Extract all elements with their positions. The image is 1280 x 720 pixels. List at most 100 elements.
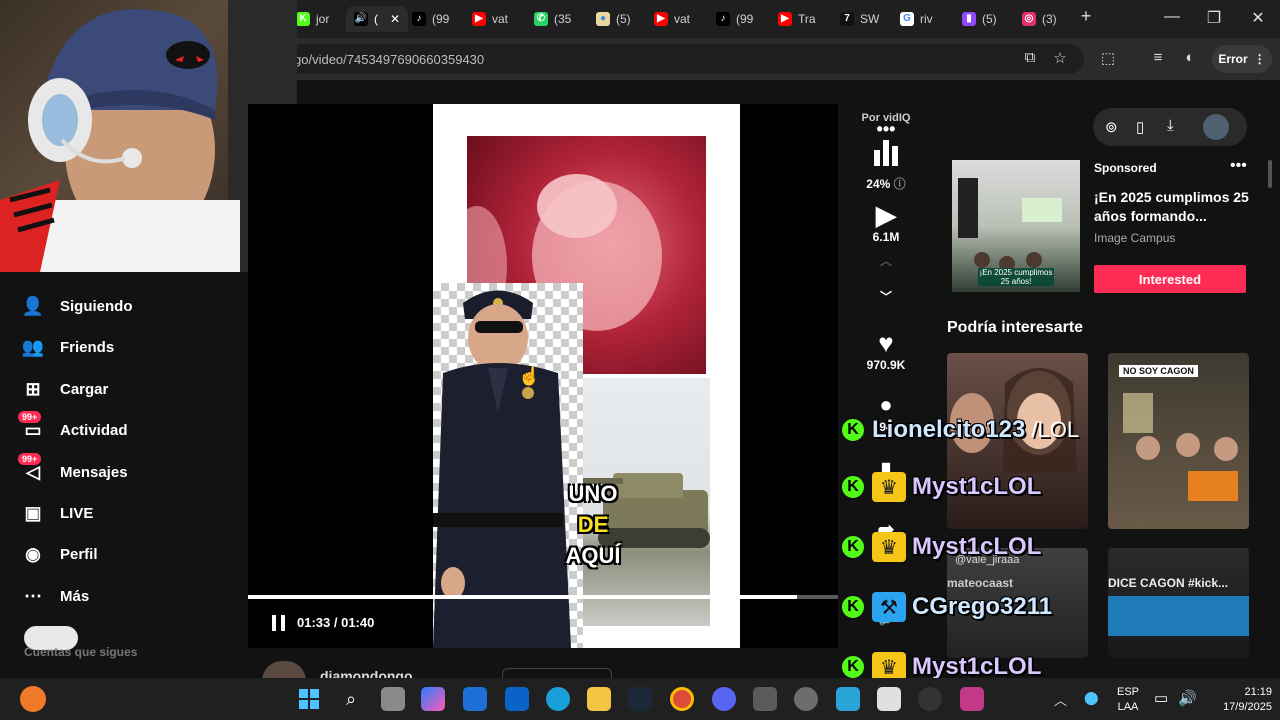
browser-tab[interactable]: ♪ (99 bbox=[716, 6, 753, 32]
kick-logo-icon: K bbox=[840, 594, 866, 620]
search-icon[interactable]: ⌕ bbox=[339, 687, 363, 711]
download-icon[interactable]: ⤓ bbox=[1167, 117, 1174, 134]
browser-tab[interactable]: ● (5) bbox=[596, 6, 631, 32]
snipping-tool-icon[interactable] bbox=[753, 687, 777, 711]
tab-favicon-icon: ♪ bbox=[412, 12, 426, 26]
browser-tab[interactable]: Kjor bbox=[296, 6, 329, 32]
browser-tab[interactable]: ◎ (3) bbox=[1022, 6, 1057, 32]
language-indicator[interactable]: ESP LAA bbox=[1112, 685, 1144, 715]
task-view-icon[interactable] bbox=[381, 687, 405, 711]
tab-favicon-icon: ● bbox=[596, 12, 610, 26]
tray-chevron-icon[interactable]: ︿ bbox=[1054, 690, 1067, 709]
tab-label: ( bbox=[374, 12, 378, 26]
follow-button[interactable] bbox=[502, 668, 612, 678]
steam-icon[interactable] bbox=[628, 687, 652, 711]
volume-tray-icon[interactable]: 🔊 bbox=[1178, 689, 1197, 707]
sidebar-item-friends[interactable]: 👥 Friends bbox=[20, 332, 114, 362]
tab-close-icon[interactable]: ✕ bbox=[390, 12, 400, 26]
ad-more-icon[interactable]: ••• bbox=[1230, 157, 1247, 175]
error-profile-button[interactable]: Error ⋮ bbox=[1212, 45, 1272, 73]
recommended-video-thumb[interactable]: DICE CAGON #kick... bbox=[1108, 548, 1249, 658]
following-accounts-heading: Cuentas que sigues bbox=[24, 645, 138, 659]
browser-tab[interactable]: ▶ vat bbox=[654, 6, 690, 32]
tab-label: (35 bbox=[554, 12, 572, 26]
chrome-icon[interactable] bbox=[670, 687, 694, 711]
caption-line: UNO bbox=[568, 481, 618, 506]
sidebar-item-live[interactable]: ▣ LIVE bbox=[20, 498, 93, 528]
ad-brand[interactable]: Image Campus bbox=[1094, 231, 1175, 245]
store-icon[interactable] bbox=[463, 687, 487, 711]
sidebar-item-actividad[interactable]: ▭ 99+ Actividad bbox=[18, 411, 128, 445]
start-button[interactable] bbox=[297, 687, 321, 711]
xbox-icon[interactable] bbox=[877, 687, 901, 711]
bookmark-star-icon[interactable]: ☆ bbox=[1050, 49, 1070, 67]
recommended-video-thumb[interactable]: NO SOY CAGON bbox=[1108, 353, 1249, 529]
app-icon[interactable] bbox=[960, 687, 984, 711]
tab-label: (5) bbox=[982, 12, 997, 26]
weather-widget-icon[interactable] bbox=[20, 686, 46, 712]
sidebar-item-label: Actividad bbox=[60, 421, 128, 439]
likes-count: 970.9K bbox=[866, 358, 906, 372]
extensions-icon[interactable]: ⬚ bbox=[1098, 49, 1118, 67]
sidebar-item-más[interactable]: ⋯ Más bbox=[20, 581, 89, 611]
network-icon[interactable]: ▭ bbox=[1154, 689, 1168, 707]
window-restore-button[interactable]: ❐ bbox=[1204, 8, 1224, 28]
video-caption: UNO DE AQUÍ bbox=[548, 478, 638, 571]
browser-tab[interactable]: ♪ (99 bbox=[412, 6, 449, 32]
play-count[interactable]: ▶ 6.1M bbox=[856, 200, 916, 244]
pause-button[interactable] bbox=[270, 613, 288, 633]
crown-badge-icon: ♛ bbox=[872, 532, 906, 562]
address-bar[interactable]: go/video/7453497690660359430 bbox=[224, 44, 1084, 74]
tab-favicon-icon: ♪ bbox=[716, 12, 730, 26]
sidebar-item-cargar[interactable]: ⊞ Cargar bbox=[20, 374, 108, 404]
tray-app-icon[interactable]: ⬤ bbox=[1084, 690, 1099, 706]
browser-tab[interactable]: Griv bbox=[900, 6, 933, 32]
next-video-button[interactable]: ﹀ bbox=[856, 288, 916, 305]
tab-favicon-icon: ▶ bbox=[472, 12, 486, 26]
browser-tab[interactable]: ✆ (35 bbox=[534, 6, 571, 32]
sidebar-item-siguiendo[interactable]: 👤 Siguiendo bbox=[20, 291, 133, 321]
vidiq-score[interactable]: 24% ⓘ bbox=[856, 138, 916, 192]
chat-username: CGrego3211 bbox=[912, 593, 1053, 620]
sidebar-item-label: Perfil bbox=[60, 545, 98, 563]
ad-title[interactable]: ¡En 2025 cumplimos 25 años formando... bbox=[1094, 188, 1254, 226]
user-avatar[interactable] bbox=[1203, 114, 1229, 140]
browser-tab[interactable]: ▮ (5) bbox=[962, 6, 997, 32]
copilot-icon[interactable] bbox=[421, 687, 445, 711]
clock-time: 21:19 bbox=[1244, 686, 1272, 698]
browser-tab[interactable]: ▶ Tra bbox=[778, 6, 816, 32]
settings-gear-icon[interactable] bbox=[794, 687, 818, 711]
outlook-icon[interactable] bbox=[505, 687, 529, 711]
more-options-icon[interactable]: ••• bbox=[856, 120, 916, 138]
profile-avatar-icon[interactable]: ◐ bbox=[1180, 49, 1200, 66]
new-tab-button[interactable]: + bbox=[1076, 6, 1096, 27]
scrollbar-thumb[interactable] bbox=[1268, 160, 1272, 188]
like-button[interactable]: ♥ 970.9K bbox=[856, 328, 916, 372]
url-text: go/video/7453497690660359430 bbox=[294, 52, 485, 67]
discord-icon[interactable] bbox=[712, 687, 736, 711]
obs-icon[interactable] bbox=[918, 687, 942, 711]
interested-button[interactable]: Interested bbox=[1094, 265, 1246, 293]
pc-icon[interactable]: ⊚ bbox=[1105, 118, 1118, 136]
browser-tab[interactable]: 7 SW bbox=[840, 6, 879, 32]
sidebar-nav: 👤 Siguiendo 👥 Friends ⊞ Cargar ▭ 99+ Actividad ◁ 9… bbox=[0, 272, 248, 678]
system-clock[interactable]: 21:19 17/9/2025 bbox=[1222, 685, 1272, 715]
browser-tab[interactable]: ▶ vat bbox=[472, 6, 508, 32]
mobile-icon[interactable]: ▯ bbox=[1136, 118, 1144, 136]
file-explorer-icon[interactable] bbox=[587, 687, 611, 711]
install-app-icon[interactable]: ⧉ bbox=[1020, 49, 1040, 66]
notepad-icon[interactable] bbox=[836, 687, 860, 711]
window-close-button[interactable]: ✕ bbox=[1248, 8, 1268, 28]
chat-message: K Lionelcito123/LOL bbox=[840, 414, 1079, 446]
media-control-icon[interactable]: ≡ bbox=[1148, 49, 1168, 66]
window-minimize-button[interactable]: — bbox=[1162, 8, 1182, 26]
pause-icon bbox=[272, 615, 285, 631]
edge-icon[interactable] bbox=[546, 687, 570, 711]
video-progress-bar[interactable] bbox=[248, 595, 838, 599]
sidebar-item-perfil[interactable]: ◉ Perfil bbox=[20, 539, 98, 569]
sidebar-item-label: Más bbox=[60, 587, 90, 605]
sidebar-item-mensajes[interactable]: ◁ 99+ Mensajes bbox=[18, 453, 128, 487]
prev-video-button[interactable]: ︿ bbox=[856, 252, 916, 269]
browser-tab[interactable]: 🔊 (✕ bbox=[346, 6, 409, 32]
kebab-menu-icon: ⋮ bbox=[1253, 52, 1266, 66]
